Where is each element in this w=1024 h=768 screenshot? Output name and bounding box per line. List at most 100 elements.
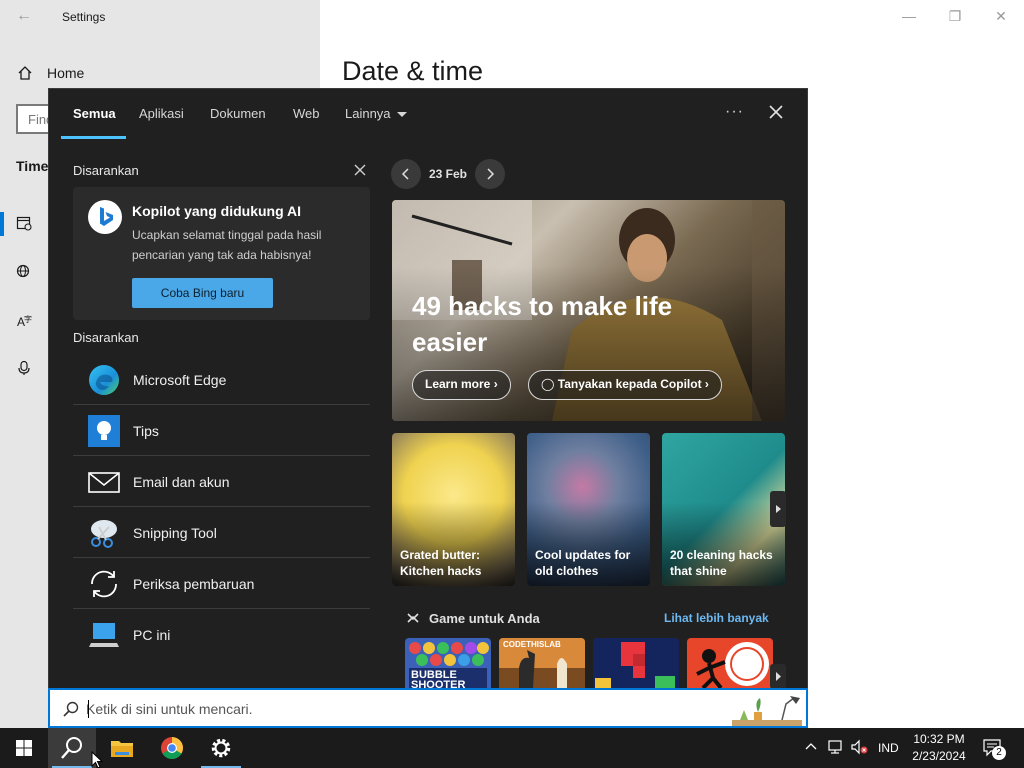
tiles-next-button[interactable]	[770, 491, 786, 527]
list-item-this-pc[interactable]: PC ini	[73, 609, 370, 660]
game-tile-bubble-shooter[interactable]: BUBBLE SHOOTER	[405, 638, 491, 689]
search-tabs: Semua Aplikasi Dokumen Web Lainnya ···	[49, 89, 807, 139]
search-input[interactable]	[86, 696, 686, 722]
chevron-down-icon	[396, 112, 407, 118]
app-label: PC ini	[133, 627, 171, 643]
language-icon[interactable]: A 字	[16, 313, 32, 329]
input-language-indicator[interactable]: IND	[878, 741, 899, 755]
hero-title: 49 hacks to make life easier	[412, 291, 673, 357]
tips-icon	[88, 415, 120, 447]
refresh-icon	[91, 570, 117, 598]
tile-label: Cool updates for old clothes	[535, 548, 631, 578]
copilot-promo-card: Kopilot yang didukung AI Ucapkan selamat…	[73, 187, 370, 320]
copilot-description: Ucapkan selamat tinggal pada hasil penca…	[132, 228, 322, 262]
calendar-clock-icon[interactable]	[16, 215, 32, 231]
dismiss-suggestion-icon[interactable]	[353, 163, 367, 177]
windows-logo-icon	[16, 740, 32, 756]
next-day-button[interactable]	[475, 159, 505, 189]
file-explorer-button[interactable]	[98, 728, 146, 768]
game-tile-blocks[interactable]	[593, 638, 679, 689]
text-caret	[88, 700, 89, 718]
start-button[interactable]	[0, 728, 48, 768]
tab-lainnya[interactable]: Lainnya	[345, 106, 407, 121]
app-label: Tips	[133, 423, 159, 439]
tile-label: Grated butter: Kitchen hacks	[400, 548, 482, 578]
list-item-email-accounts[interactable]: Email dan akun	[73, 456, 370, 507]
back-arrow-icon[interactable]: ←	[16, 8, 32, 24]
minimize-icon[interactable]: —	[901, 8, 917, 24]
chevron-right-icon	[776, 505, 781, 513]
ask-copilot-button[interactable]: ◯ Tanyakan kepada Copilot ›	[528, 370, 722, 400]
app-label: Periksa pembaruan	[133, 576, 255, 592]
previous-day-button[interactable]	[391, 159, 421, 189]
tab-web[interactable]: Web	[293, 106, 320, 121]
desk-lamp-illustration	[732, 696, 802, 726]
page-heading: Date & time	[342, 56, 484, 86]
chrome-button[interactable]	[148, 728, 196, 768]
folder-icon	[111, 741, 133, 757]
snipping-tool-icon	[91, 520, 117, 548]
suggested-apps-heading: Disarankan	[73, 330, 139, 345]
suggested-app-list: Microsoft Edge Tips Email dan akun Snipp…	[73, 354, 370, 660]
volume-muted-icon[interactable]	[850, 739, 868, 755]
suggested-heading: Disarankan	[73, 163, 139, 178]
try-bing-button[interactable]: Coba Bing baru	[132, 278, 273, 308]
chevron-right-icon	[776, 672, 781, 681]
chevron-left-icon	[401, 168, 409, 180]
globe-region-icon[interactable]	[16, 264, 32, 280]
games-next-button[interactable]	[770, 664, 786, 689]
games-heading: Game untuk Anda	[429, 611, 540, 626]
settings-window-title: Settings	[62, 10, 106, 24]
learn-more-button[interactable]: Learn more ›	[412, 370, 511, 400]
tab-lainnya-label: Lainnya	[345, 106, 391, 121]
tab-dokumen[interactable]: Dokumen	[210, 106, 266, 121]
home-nav-item[interactable]: Home	[47, 65, 84, 81]
search-icon	[63, 701, 79, 717]
chevron-right-icon	[487, 168, 495, 180]
taskbar-search-button[interactable]	[48, 728, 96, 768]
blocks-image	[595, 642, 675, 689]
app-label: Microsoft Edge	[133, 372, 227, 388]
tab-aplikasi[interactable]: Aplikasi	[139, 106, 184, 121]
microphone-icon[interactable]	[16, 360, 32, 376]
date-label: 23 Feb	[429, 167, 468, 181]
restore-icon[interactable]: ❐	[947, 8, 963, 24]
tab-semua[interactable]: Semua	[73, 106, 116, 121]
hero-card[interactable]: 49 hacks to make life easier Learn more …	[392, 200, 785, 421]
gear-icon	[211, 738, 231, 758]
network-icon[interactable]	[826, 739, 844, 755]
news-tile-clothes[interactable]: Cool updates for old clothes	[527, 433, 650, 586]
close-window-icon[interactable]: ✕	[993, 8, 1009, 24]
settings-taskbar-button[interactable]	[197, 728, 245, 768]
list-item-microsoft-edge[interactable]: Microsoft Edge	[73, 354, 370, 405]
taskbar: IND 10:32 PM 2/23/2024 2	[0, 728, 1024, 768]
game-controller-icon	[407, 613, 419, 623]
game-title: BUBBLE SHOOTER	[411, 669, 466, 690]
ask-copilot-label: Tanyakan kepada Copilot	[557, 377, 702, 391]
more-options-icon[interactable]: ···	[725, 103, 744, 121]
stickman-image	[696, 642, 769, 689]
list-item-tips[interactable]: Tips	[73, 405, 370, 456]
close-icon[interactable]	[767, 103, 785, 121]
clock-date[interactable]: 2/23/2024	[908, 749, 970, 763]
see-more-games-link[interactable]: Lihat lebih banyak	[664, 611, 769, 625]
game-tile-stickman[interactable]	[687, 638, 773, 689]
list-item-check-updates[interactable]: Periksa pembaruan	[73, 558, 370, 609]
game-publisher: CODETHISLAB	[503, 640, 561, 649]
chevron-up-icon[interactable]	[805, 741, 817, 753]
search-panel: Semua Aplikasi Dokumen Web Lainnya ··· D…	[48, 88, 808, 689]
pc-icon	[89, 623, 119, 647]
game-tile-chess[interactable]: CODETHISLAB	[499, 638, 585, 689]
active-tab-indicator	[61, 136, 126, 139]
news-tile-cleaning[interactable]: 20 cleaning hacks that shine	[662, 433, 785, 586]
edge-icon	[89, 365, 119, 395]
learn-more-label: Learn more	[425, 377, 491, 391]
home-icon	[18, 66, 32, 80]
clock-time[interactable]: 10:32 PM	[908, 732, 970, 746]
chrome-icon	[161, 737, 183, 759]
taskbar-search-box[interactable]	[48, 688, 808, 728]
news-tile-butter[interactable]: Grated butter: Kitchen hacks	[392, 433, 515, 586]
list-item-snipping-tool[interactable]: Snipping Tool	[73, 507, 370, 558]
tile-label: 20 cleaning hacks that shine	[670, 548, 773, 578]
mail-icon	[88, 472, 120, 493]
